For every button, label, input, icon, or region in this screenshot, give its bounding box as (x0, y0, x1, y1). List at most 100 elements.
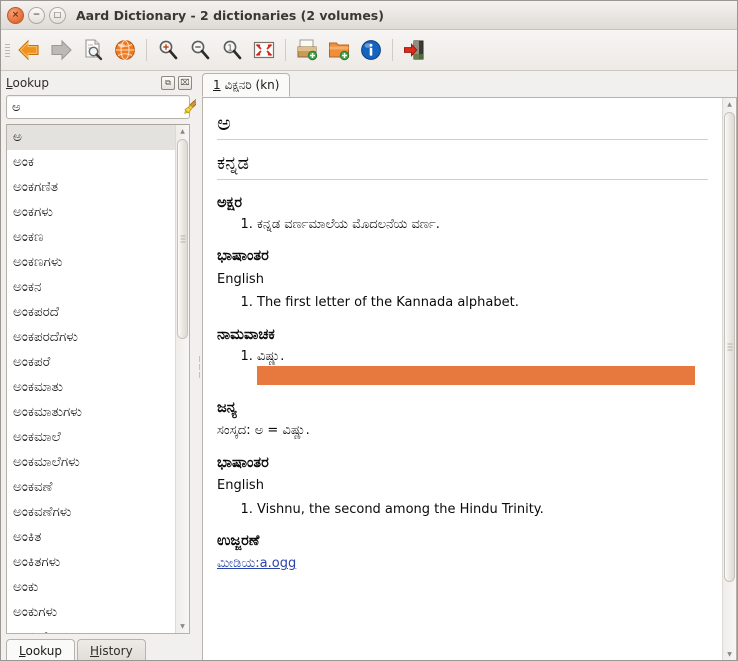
info-button[interactable] (355, 34, 387, 66)
word-list-item[interactable]: ಅಂಕ (7, 150, 175, 175)
scroll-down-button[interactable]: ▼ (723, 648, 736, 660)
word-list-item[interactable]: ಅಂಕವಣೆ (7, 475, 175, 500)
search-box[interactable] (6, 95, 199, 119)
lookup-button[interactable] (77, 34, 109, 66)
window-controls: × − □ (7, 6, 66, 24)
magnifier-minus-icon (191, 40, 210, 60)
close-icon: × (11, 9, 20, 20)
word-list-item[interactable]: ಅಂಕಿತ (7, 525, 175, 550)
word-list-item[interactable]: ಅಂಕಗಳು (7, 200, 175, 225)
tab-lookup[interactable]: Lookup (6, 639, 75, 660)
lookup-dock-title: Lookup (6, 76, 158, 90)
dock-tabs: Lookup History (1, 636, 196, 660)
fullscreen-button[interactable] (248, 34, 280, 66)
quit-button[interactable] (398, 34, 430, 66)
word-list-item[interactable]: ಅಂಕುಡೊಂಕು (7, 625, 175, 633)
close-dock-button[interactable]: ⌧ (178, 76, 192, 90)
word-list-item[interactable]: ಅಂಕವಣೆಗಳು (7, 500, 175, 525)
info-icon (361, 40, 381, 60)
section-link-paragraph: ಮೀಡಿಯ:a.ogg (217, 556, 708, 573)
article-language: ಕನ್ನಡ (217, 153, 708, 180)
folder-add-icon (329, 42, 350, 61)
article-tab[interactable]: 1 ವಿಕ್ಷನರಿ (kn) (202, 73, 291, 97)
word-list-item[interactable]: ಅಂಕಿತಗಳು (7, 550, 175, 575)
list-item-text: The first letter of the Kannada alphabet… (257, 295, 519, 311)
splitter-grip (198, 355, 200, 378)
search-row (1, 93, 199, 122)
word-list-item[interactable]: ಅಂಕಮಾಲೆ (7, 425, 175, 450)
section-paragraph: ಸಂಸ್ಕದ: ಅ = ವಿಷ್ಣು. (217, 422, 310, 438)
word-list-item[interactable]: ಅಂಕಪರೆ (7, 350, 175, 375)
scrollbar-thumb[interactable] (724, 112, 735, 582)
page-search-icon (85, 39, 103, 61)
scroll-down-button[interactable]: ▼ (176, 620, 189, 633)
article-tab-mnemonic: 1 (213, 78, 221, 92)
tab-history[interactable]: History (76, 639, 146, 660)
magnifier-plus-icon (159, 40, 178, 60)
back-button[interactable] (13, 34, 45, 66)
magnifier-one-icon: 1 (223, 40, 242, 60)
section-paragraph: English (217, 477, 264, 493)
section-list: ವಿಷ್ಣು. (217, 348, 708, 385)
word-list-item[interactable]: ಅಂಕಣಗಳು (7, 250, 175, 275)
zoom-reset-button[interactable]: 1 (216, 34, 248, 66)
titlebar: × − □ Aard Dictionary - 2 dictionaries (… (1, 1, 737, 30)
word-list-item[interactable]: ಅಂಕಪರದೆ (7, 300, 175, 325)
toolbar-drag-handle[interactable] (4, 39, 11, 61)
zoom-in-button[interactable] (152, 34, 184, 66)
section-list-item: ವಿಷ್ಣು. (257, 348, 708, 385)
svg-text:1: 1 (227, 44, 232, 53)
word-list-item[interactable]: ಅಂಕನ (7, 275, 175, 300)
toolbar: 1 (1, 30, 737, 71)
article-sections: ಅಕ್ಷರ ಕನ್ನಡ ವರ್ಣಮಾಲೆಯ ಮೊದಲನೆಯ ವರ್ಣ. ಭಾಷಾಂತ… (217, 194, 708, 574)
zoom-out-button[interactable] (184, 34, 216, 66)
toolbar-separator (146, 39, 147, 61)
maximize-window-button[interactable]: □ (49, 6, 66, 24)
detach-dock-button[interactable]: ⧉ (161, 76, 175, 90)
word-list-item[interactable]: ಅ (7, 125, 175, 150)
exit-door-icon (404, 40, 424, 60)
detach-icon: ⧉ (165, 78, 171, 87)
word-list-item[interactable]: ಅಂಕು (7, 575, 175, 600)
minimize-window-button[interactable]: − (28, 6, 45, 24)
lookup-dock-title-rest: ookup (12, 76, 49, 90)
article-view[interactable]: ಅ ಕನ್ನಡ ಅಕ್ಷರ ಕನ್ನಡ ವರ್ಣಮಾಲೆಯ ಮೊದಲನೆಯ ವರ್… (203, 98, 722, 660)
article-tab-strip: 1 ವಿಕ್ಷನರಿ (kn) (202, 73, 737, 98)
scrollbar-thumb[interactable] (177, 139, 188, 339)
scroll-up-button[interactable]: ▲ (723, 98, 736, 111)
lookup-dock: Lookup ⧉ ⌧ ಅ ಅ ಅಂಕ ಅಂಕಗಣಿತ ಅಂಕಗಳು ಅಂಕಣ ಅ… (1, 71, 199, 660)
arrow-left-icon (18, 39, 39, 61)
lookup-dock-header: Lookup ⧉ ⌧ (1, 73, 196, 93)
article-tab-label: ವಿಕ್ಷನರಿ (kn) (220, 78, 280, 92)
close-window-button[interactable]: × (7, 6, 24, 24)
section-heading: ನಾಮವಾಚಕ (217, 326, 275, 343)
word-list-scrollbar[interactable]: ▲ ▼ (175, 125, 189, 633)
section-list-item: The first letter of the Kannada alphabet… (257, 294, 708, 312)
word-list-item[interactable]: ಅಂಕಮಾತು (7, 375, 175, 400)
add-directory-button[interactable] (323, 34, 355, 66)
maximize-icon: □ (53, 10, 62, 19)
media-link[interactable]: ಮೀಡಿಯ:a.ogg (217, 556, 296, 571)
section-heading: ಜನ್ಯ (217, 399, 237, 416)
word-list-item[interactable]: ಅಂಕುಗಳು (7, 600, 175, 625)
word-list[interactable]: ಅ ಅಂಕ ಅಂಕಗಣಿತ ಅಂಕಗಳು ಅಂಕಣ ಅಂಕಣಗಳು ಅಂಕನ ಅಂಕಪರದೆ ಅ… (7, 125, 175, 633)
app-window: × − □ Aard Dictionary - 2 dictionaries (… (0, 0, 738, 661)
word-list-item[interactable]: ಅಂಕಪರದೆಗಳು (7, 325, 175, 350)
scrollbar-grip (727, 343, 732, 351)
tab-lookup-label: ookup (25, 644, 62, 658)
word-list-item[interactable]: ಅಂಕಣ (7, 225, 175, 250)
article-scrollbar[interactable]: ▲ ▼ (722, 98, 736, 660)
fullscreen-icon (253, 41, 275, 59)
scroll-up-button[interactable]: ▲ (176, 125, 189, 138)
section-heading: ಭಾಷಾಂತರ (217, 248, 269, 265)
search-input[interactable] (12, 99, 182, 115)
word-list-item[interactable]: ಅಂಕಮಾತುಗಳು (7, 400, 175, 425)
toolbar-separator (285, 39, 286, 61)
online-button[interactable] (109, 34, 141, 66)
close-icon: ⌧ (180, 78, 190, 87)
word-list-item[interactable]: ಅಂಕಮಾಲೆಗಳು (7, 450, 175, 475)
tab-history-mnemonic: H (89, 644, 100, 658)
scrollbar-grip (180, 235, 185, 243)
add-dictionary-button[interactable] (291, 34, 323, 66)
word-list-item[interactable]: ಅಂಕಗಣಿತ (7, 175, 175, 200)
